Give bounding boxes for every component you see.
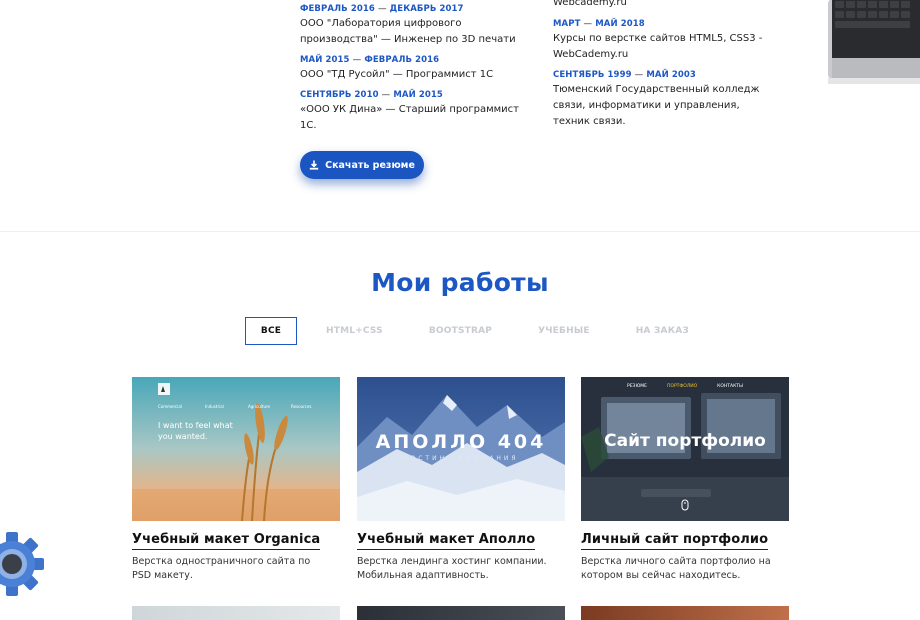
work-card-portfolio[interactable]: РЕЗЮМЕ ПОРТФОЛИО КОНТАКТЫ Сайт портфолио… — [581, 377, 789, 583]
thumb-nav-item: Commercial — [158, 404, 182, 409]
experience-description: ООО "ТД Русойл" — Программист 1С — [300, 69, 494, 80]
work-description: Верстка одностраничного сайта по PSD мак… — [132, 556, 311, 581]
thumb-nav-item: Agriculture — [248, 404, 270, 409]
gear-icon[interactable] — [0, 530, 46, 598]
education-prev-description: Webcademy.ru — [553, 0, 627, 8]
education-item: МАРТ — МАЙ 2018 Курсы по верстке сайтов … — [553, 18, 773, 63]
download-resume-button[interactable]: Скачать резюме — [300, 151, 424, 179]
education-date: СЕНТЯБРЬ 1999 — МАЙ 2003 — [553, 70, 696, 80]
work-thumbnail-next[interactable] — [581, 606, 789, 620]
work-title[interactable]: Учебный макет Organica — [132, 532, 321, 550]
work-description: Верстка лендинга хостинг компании. Мобил… — [357, 556, 547, 581]
work-thumbnail[interactable]: РЕЗЮМЕ ПОРТФОЛИО КОНТАКТЫ Сайт портфолио — [581, 377, 789, 521]
thumb-headline: Сайт портфолио — [604, 431, 766, 451]
experience-item: ФЕВРАЛЬ 2016 — ДЕКАБРЬ 2017 ООО "Лаборат… — [300, 3, 535, 48]
filter-bootstrap[interactable]: BOOTSTRAP — [429, 326, 492, 336]
organica-preview-image — [132, 377, 340, 521]
work-thumbnail-next[interactable] — [357, 606, 565, 620]
section-divider — [0, 231, 920, 232]
education-description: Курсы по верстке сайтов HTML5, CSS3 - We… — [553, 33, 763, 60]
mouse-scroll-icon — [681, 499, 689, 511]
thumb-nav-item: Industrial — [205, 404, 224, 409]
laptop-image — [828, 0, 920, 84]
experience-item: СЕНТЯБРЬ 2010 — МАЙ 2015 «ООО УК Дина» —… — [300, 89, 535, 134]
filter-custom[interactable]: НА ЗАКАЗ — [636, 326, 689, 336]
filter-html-css[interactable]: HTML+CSS — [326, 326, 383, 336]
thumb-subtitle: ХОСТИНГ КОМПАНИЯ — [403, 455, 519, 462]
thumb-headline: I want to feel what you wanted. — [158, 421, 233, 441]
experience-item: МАЙ 2015 — ФЕВРАЛЬ 2016 ООО "ТД Русойл" … — [300, 54, 535, 83]
education-column: Webcademy.ru МАРТ — МАЙ 2018 Курсы по ве… — [553, 0, 773, 136]
experience-date: ФЕВРАЛЬ 2016 — ДЕКАБРЬ 2017 — [300, 4, 464, 14]
download-resume-label: Скачать резюме — [325, 159, 415, 171]
portfolio-filters: ВСЕ HTML+CSS BOOTSTRAP УЧЕБНЫЕ НА ЗАКАЗ — [245, 317, 689, 345]
work-title[interactable]: Личный сайт портфолио — [581, 532, 769, 550]
education-description: Тюменский Государственный колледж связи,… — [553, 84, 760, 127]
education-date: МАРТ — МАЙ 2018 — [553, 19, 645, 29]
thumb-nav-item: КОНТАКТЫ — [717, 384, 744, 389]
work-thumbnail[interactable]: Commercial Industrial Agriculture Resour… — [132, 377, 340, 521]
work-thumbnail[interactable]: АПОЛЛО 404 ХОСТИНГ КОМПАНИЯ — [357, 377, 565, 521]
thumb-nav-item: ПОРТФОЛИО — [667, 384, 698, 389]
experience-description: ООО "Лаборатория цифрового производства"… — [300, 18, 516, 45]
work-card-organica[interactable]: Commercial Industrial Agriculture Resour… — [132, 377, 340, 583]
work-title[interactable]: Учебный макет Аполло — [357, 532, 536, 550]
thumb-nav-item: Resources — [291, 404, 312, 409]
work-thumbnail-next[interactable] — [132, 606, 340, 620]
experience-description: «ООО УК Дина» — Старший программист 1С. — [300, 104, 519, 131]
experience-date: МАЙ 2015 — ФЕВРАЛЬ 2016 — [300, 55, 440, 65]
thumb-nav-item: РЕЗЮМЕ — [627, 384, 648, 389]
experience-date: СЕНТЯБРЬ 2010 — МАЙ 2015 — [300, 90, 443, 100]
experience-column: ФЕВРАЛЬ 2016 — ДЕКАБРЬ 2017 ООО "Лаборат… — [300, 3, 535, 140]
filter-all[interactable]: ВСЕ — [245, 317, 297, 345]
filter-educational[interactable]: УЧЕБНЫЕ — [538, 326, 590, 336]
work-description: Верстка личного сайта портфолио на котор… — [581, 556, 771, 581]
work-card-apollo[interactable]: АПОЛЛО 404 ХОСТИНГ КОМПАНИЯ Учебный маке… — [357, 377, 565, 583]
section-title: Мои работы — [371, 268, 549, 297]
education-item: СЕНТЯБРЬ 1999 — МАЙ 2003 Тюменский Госуд… — [553, 69, 773, 130]
download-icon — [309, 160, 319, 170]
thumb-headline: АПОЛЛО 404 — [375, 431, 547, 453]
